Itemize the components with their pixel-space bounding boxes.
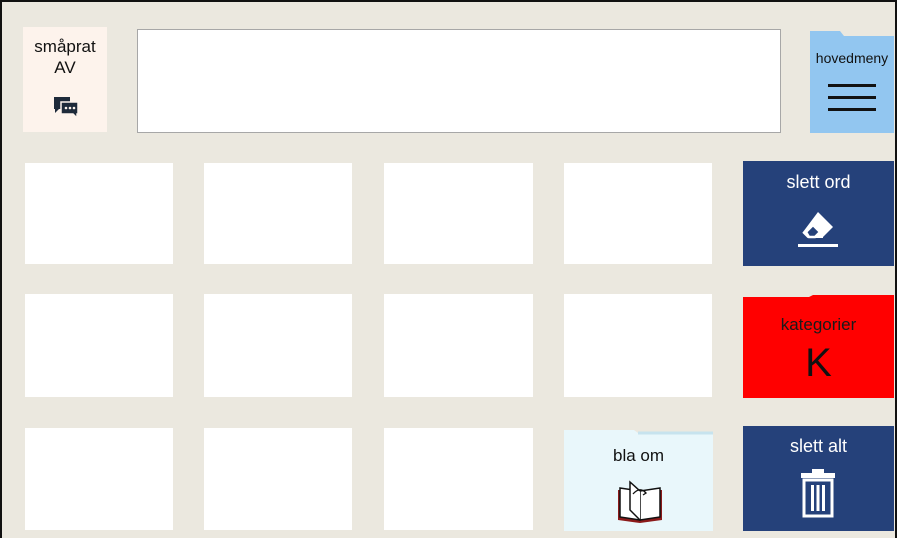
slett-alt-button[interactable]: slett alt — [743, 426, 894, 531]
word-cell-3-1[interactable] — [25, 428, 173, 530]
word-cell-2-4[interactable] — [564, 294, 712, 397]
slett-ord-button[interactable]: slett ord — [743, 161, 894, 266]
kategorier-button[interactable]: kategorier K — [743, 295, 894, 398]
smaprat-toggle-button[interactable]: småprat AV — [23, 27, 107, 132]
chat-bubbles-icon — [54, 97, 79, 119]
hovedmeny-label: hovedmeny — [815, 50, 889, 66]
smaprat-label: småprat AV — [23, 36, 107, 78]
eraser-icon — [798, 212, 838, 247]
bla-om-button[interactable]: bla om — [564, 428, 713, 531]
trash-can-icon — [801, 469, 835, 518]
word-cell-1-4[interactable] — [564, 163, 712, 264]
word-cell-2-2[interactable] — [204, 294, 352, 397]
word-cell-1-2[interactable] — [204, 163, 352, 264]
hamburger-menu-icon — [828, 84, 876, 111]
kategorier-label: kategorier — [780, 315, 857, 334]
page-turn-book-icon — [618, 480, 662, 523]
message-bar[interactable] — [137, 29, 781, 133]
word-cell-2-3[interactable] — [384, 294, 533, 397]
smaprat-label-line2: AV — [54, 58, 76, 77]
app-frame: småprat AV hovedmeny slett ord kategorie… — [0, 0, 897, 538]
word-cell-1-1[interactable] — [25, 163, 173, 264]
word-cell-3-2[interactable] — [204, 428, 352, 530]
slett-ord-label: slett ord — [786, 172, 851, 192]
hovedmeny-button[interactable]: hovedmeny — [810, 31, 894, 133]
word-cell-1-3[interactable] — [384, 163, 533, 264]
bla-om-label: bla om — [612, 446, 665, 465]
smaprat-label-line1: småprat — [34, 37, 96, 56]
kategorier-letter: K — [805, 341, 832, 385]
slett-alt-label: slett alt — [789, 436, 848, 456]
word-cell-3-3[interactable] — [384, 428, 533, 530]
word-cell-2-1[interactable] — [25, 294, 173, 397]
